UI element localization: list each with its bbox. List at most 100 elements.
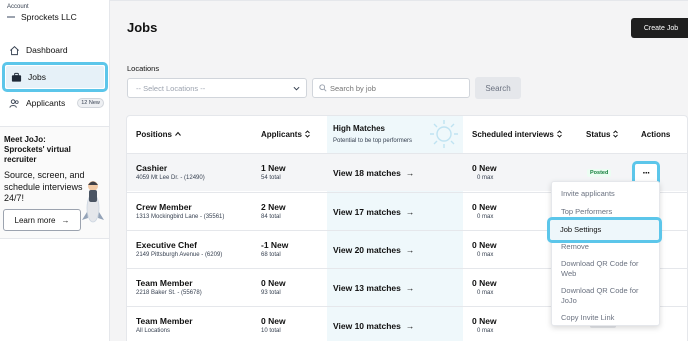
scheduled-new: 0 New bbox=[472, 316, 497, 326]
scheduled-new: 0 New bbox=[472, 202, 497, 212]
account-switcher[interactable]: Sprockets LLC bbox=[7, 12, 77, 22]
view-matches-link[interactable]: View 10 matches → bbox=[333, 321, 414, 331]
applicants-new[interactable]: 0 New bbox=[261, 278, 286, 288]
status-header-label: Status bbox=[586, 129, 611, 139]
users-icon bbox=[9, 98, 19, 108]
job-address: 2218 Baker St. - (55678) bbox=[136, 290, 202, 296]
menu-item-job-settings[interactable]: Job Settings bbox=[547, 217, 662, 243]
view-matches-label: View 10 matches bbox=[333, 321, 401, 331]
applicants-new[interactable]: 1 New bbox=[261, 163, 286, 173]
sparkle-badge-icon bbox=[430, 120, 458, 148]
applicants-total: 54 total bbox=[261, 175, 281, 181]
status-badge: Posted bbox=[587, 169, 612, 177]
job-title[interactable]: Crew Member bbox=[136, 202, 192, 212]
applicants-total: 84 total bbox=[261, 214, 281, 220]
positions-header[interactable]: Positions bbox=[136, 116, 181, 152]
applicants-total: 10 total bbox=[261, 328, 281, 334]
sort-icon bbox=[305, 130, 310, 138]
arrow-right-icon: → bbox=[405, 283, 415, 293]
applicants-total: 93 total bbox=[261, 290, 281, 296]
scheduled-max: 0 max bbox=[477, 175, 494, 181]
view-matches-link[interactable]: View 18 matches → bbox=[333, 168, 414, 178]
menu-item-invite-applicants[interactable]: Invite applicants bbox=[561, 189, 615, 199]
chevron-down-icon bbox=[293, 86, 300, 91]
arrow-right-icon: → bbox=[61, 215, 70, 225]
sidebar-item-label: Applicants bbox=[26, 98, 66, 108]
scheduled-max: 0 max bbox=[477, 328, 494, 334]
locations-select[interactable]: -- Select Locations -- bbox=[127, 78, 307, 98]
job-title[interactable]: Executive Chef bbox=[136, 240, 197, 250]
menu-item-copy-invite-link[interactable]: Copy Invite Link bbox=[561, 313, 614, 323]
high-matches-subtitle: Potential to be top performers bbox=[333, 138, 413, 144]
applicants-new[interactable]: 2 New bbox=[261, 202, 286, 212]
positions-header-label: Positions bbox=[136, 129, 173, 139]
scheduled-max: 0 max bbox=[477, 252, 494, 258]
sort-asc-icon bbox=[175, 131, 181, 136]
applicants-new[interactable]: 0 New bbox=[261, 316, 286, 326]
job-title[interactable]: Cashier bbox=[136, 163, 167, 173]
sort-icon bbox=[613, 130, 619, 138]
job-title[interactable]: Team Member bbox=[136, 316, 193, 326]
learn-more-button[interactable]: Learn more → bbox=[3, 209, 81, 231]
menu-item-remove[interactable]: Remove bbox=[561, 242, 589, 252]
search-button[interactable]: Search bbox=[475, 77, 521, 99]
promo-title: Meet JoJo: Sprockets' virtual recruiter bbox=[4, 135, 71, 164]
locations-label: Locations bbox=[127, 64, 160, 73]
view-matches-link[interactable]: View 17 matches → bbox=[333, 207, 414, 217]
scheduled-header-label: Scheduled interviews bbox=[472, 129, 554, 139]
account-label: Account bbox=[7, 4, 29, 10]
scheduled-new: 0 New bbox=[472, 163, 497, 173]
job-address: All Locations bbox=[136, 328, 171, 334]
status-header[interactable]: Status bbox=[586, 116, 619, 152]
sidebar: Account Sprockets LLC Dashboard Jobs App… bbox=[0, 0, 110, 341]
scheduled-new: 0 New bbox=[472, 278, 497, 288]
job-address: 1313 Mockingbird Lane - (35561) bbox=[136, 214, 225, 220]
briefcase-icon bbox=[11, 72, 22, 82]
arrow-right-icon: → bbox=[405, 245, 415, 255]
sidebar-item-label: Jobs bbox=[28, 72, 46, 82]
sidebar-item-label: Dashboard bbox=[26, 45, 68, 55]
new-count-badge: 12 New bbox=[77, 98, 104, 108]
create-job-button[interactable]: Create Job bbox=[631, 18, 688, 38]
jojo-mascot-illustration bbox=[82, 181, 104, 223]
actions-header: Actions bbox=[641, 129, 671, 139]
account-dash-icon bbox=[7, 16, 15, 18]
high-matches-header: High Matches Potential to be top perform… bbox=[333, 116, 412, 152]
scheduled-header[interactable]: Scheduled interviews bbox=[472, 116, 562, 152]
arrow-right-icon: → bbox=[405, 207, 415, 217]
top-divider bbox=[110, 0, 688, 1]
view-matches-label: View 17 matches bbox=[333, 207, 401, 217]
menu-item-label: Job Settings bbox=[560, 225, 602, 234]
arrow-right-icon: → bbox=[405, 168, 415, 178]
home-icon bbox=[10, 45, 19, 55]
promo-body: Source, screen, and schedule interviews … bbox=[4, 170, 85, 203]
locations-placeholder: -- Select Locations -- bbox=[136, 83, 206, 93]
search-icon bbox=[319, 84, 327, 92]
view-matches-label: View 20 matches bbox=[333, 245, 401, 255]
sidebar-item-dashboard[interactable]: Dashboard bbox=[6, 40, 104, 60]
view-matches-label: View 18 matches bbox=[333, 168, 401, 178]
applicants-header-label: Applicants bbox=[261, 129, 302, 139]
sidebar-item-applicants[interactable]: Applicants 12 New bbox=[6, 93, 104, 113]
scheduled-max: 0 max bbox=[477, 290, 494, 296]
row-actions-menu: Invite applicants Top Performers Job Set… bbox=[547, 181, 662, 326]
sidebar-item-jobs[interactable]: Jobs bbox=[2, 62, 108, 92]
job-address: 4059 Mt Lee Dr. - (12490) bbox=[136, 175, 205, 181]
sort-icon bbox=[556, 130, 562, 138]
high-matches-header-label: High Matches bbox=[333, 124, 386, 133]
applicants-header[interactable]: Applicants bbox=[261, 116, 310, 152]
scheduled-new: 0 New bbox=[472, 240, 497, 250]
arrow-right-icon: → bbox=[405, 321, 415, 331]
scheduled-max: 0 max bbox=[477, 214, 494, 220]
view-matches-link[interactable]: View 13 matches → bbox=[333, 283, 414, 293]
job-search-input[interactable] bbox=[312, 78, 470, 98]
account-name: Sprockets LLC bbox=[21, 12, 77, 22]
page-title: Jobs bbox=[127, 20, 158, 35]
menu-item-top-performers[interactable]: Top Performers bbox=[561, 207, 612, 217]
menu-item-download-qr-web[interactable]: Download QR Code for Web bbox=[561, 259, 653, 278]
applicants-new[interactable]: -1 New bbox=[261, 240, 288, 250]
menu-item-download-qr-jojo[interactable]: Download QR Code for JoJo bbox=[561, 286, 653, 305]
view-matches-link[interactable]: View 20 matches → bbox=[333, 245, 414, 255]
learn-more-label: Learn more bbox=[14, 215, 56, 225]
job-title[interactable]: Team Member bbox=[136, 278, 193, 288]
